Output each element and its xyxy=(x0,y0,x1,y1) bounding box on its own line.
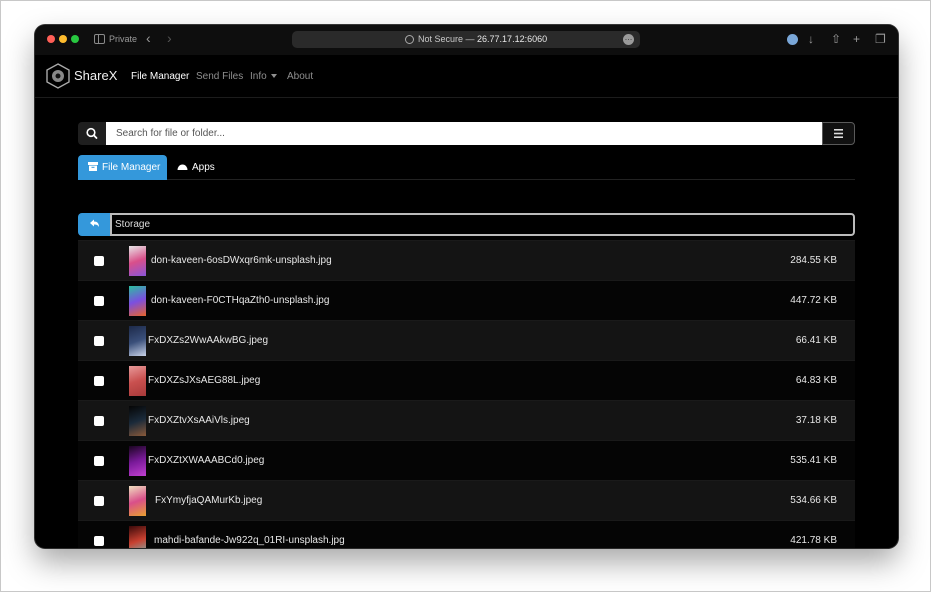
tab-bar: File Manager Apps xyxy=(78,155,855,180)
file-row[interactable]: FxDXZtXWAAABCd0.jpeg 535.41 KB xyxy=(78,440,855,480)
file-thumbnail[interactable] xyxy=(129,286,146,316)
nav-info[interactable]: Info xyxy=(250,71,277,82)
url-prefix: Not Secure — xyxy=(418,34,478,44)
private-label: Private xyxy=(109,34,138,44)
file-thumbnail[interactable] xyxy=(129,326,146,356)
file-select-checkbox[interactable] xyxy=(94,456,104,466)
tab-apps-label: Apps xyxy=(192,162,215,173)
android-icon xyxy=(177,164,188,170)
app-navbar: ShareX File Manager Send Files Info Abou… xyxy=(35,55,898,98)
file-name[interactable]: FxDXZtvXsAAiVls.jpeg xyxy=(148,415,250,426)
nav-about[interactable]: About xyxy=(287,71,313,82)
nav-file-manager[interactable]: File Manager xyxy=(131,71,189,82)
caret-down-icon xyxy=(270,74,277,79)
file-thumbnail[interactable] xyxy=(129,446,146,476)
tab-file-manager-label: File Manager xyxy=(102,162,161,173)
file-select-checkbox[interactable] xyxy=(94,496,104,506)
tab-overview-icon[interactable]: ❐ xyxy=(875,33,886,45)
file-name[interactable]: mahdi-bafande-Jw922q_01RI-unsplash.jpg xyxy=(154,535,345,546)
url-text: Not Secure — 26.77.17.12:6060 xyxy=(418,34,547,44)
file-select-checkbox[interactable] xyxy=(94,376,104,386)
nav-send-files[interactable]: Send Files xyxy=(196,71,243,82)
file-list: don-kaveen-6osDWxqr6mk-unsplash.jpg 284.5… xyxy=(78,240,855,548)
back-icon[interactable]: ‹ xyxy=(146,31,151,45)
nav-info-label: Info xyxy=(250,71,267,82)
url-host: 26.77.17.12:6060 xyxy=(477,34,548,44)
share-icon[interactable]: ⇧ xyxy=(831,33,841,45)
address-bar[interactable]: Not Secure — 26.77.17.12:6060 … xyxy=(292,31,640,48)
file-name[interactable]: don-kaveen-6osDWxqr6mk-unsplash.jpg xyxy=(151,255,332,266)
go-up-button[interactable] xyxy=(78,213,111,236)
file-row[interactable]: FxYmyfjaQAMurKb.jpeg 534.66 KB xyxy=(78,480,855,520)
file-row[interactable]: don-kaveen-F0CTHqaZth0-unsplash.jpg 447.7… xyxy=(78,280,855,320)
file-thumbnail[interactable] xyxy=(129,406,146,436)
not-secure-icon xyxy=(405,35,414,44)
file-name[interactable]: don-kaveen-F0CTHqaZth0-unsplash.jpg xyxy=(151,295,329,306)
screenshot-frame: Private ‹ › Not Secure — 26.77.17.12:606… xyxy=(0,0,931,592)
file-thumbnail[interactable] xyxy=(129,526,146,548)
path-group xyxy=(78,213,855,236)
file-row[interactable]: mahdi-bafande-Jw922q_01RI-unsplash.jpg 42… xyxy=(78,520,855,548)
file-select-checkbox[interactable] xyxy=(94,336,104,346)
view-menu-button[interactable] xyxy=(822,122,855,145)
close-window-button[interactable] xyxy=(47,35,55,43)
file-thumbnail[interactable] xyxy=(129,246,146,276)
more-icon[interactable]: … xyxy=(623,34,634,45)
search-button[interactable] xyxy=(78,122,106,145)
brand-name[interactable]: ShareX xyxy=(74,68,117,83)
file-row[interactable]: don-kaveen-6osDWxqr6mk-unsplash.jpg 284.5… xyxy=(78,240,855,280)
forward-icon[interactable]: › xyxy=(167,31,172,45)
search-icon xyxy=(86,127,98,139)
file-name[interactable]: FxYmyfjaQAMurKb.jpeg xyxy=(155,495,262,506)
file-select-checkbox[interactable] xyxy=(94,256,104,266)
file-size: 421.78 KB xyxy=(790,535,837,546)
minimize-window-button[interactable] xyxy=(59,35,67,43)
archive-icon xyxy=(88,162,98,171)
file-select-checkbox[interactable] xyxy=(94,416,104,426)
file-size: 66.41 KB xyxy=(795,335,837,346)
file-size: 284.55 KB xyxy=(790,255,837,266)
file-row[interactable]: FxDXZs2WwAAkwBG.jpeg 66.41 KB xyxy=(78,320,855,360)
sidebar-toggle-icon[interactable] xyxy=(94,34,105,44)
file-name[interactable]: FxDXZtXWAAABCd0.jpeg xyxy=(148,455,264,466)
file-name[interactable]: FxDXZs2WwAAkwBG.jpeg xyxy=(148,335,268,346)
file-select-checkbox[interactable] xyxy=(94,296,104,306)
search-input[interactable] xyxy=(106,122,822,145)
tab-apps[interactable]: Apps xyxy=(177,155,215,180)
tab-file-manager[interactable]: File Manager xyxy=(78,155,167,180)
download-icon[interactable]: ↓ xyxy=(808,33,814,45)
file-size: 535.41 KB xyxy=(790,455,837,466)
extension-icon[interactable] xyxy=(787,34,798,45)
maximize-window-button[interactable] xyxy=(71,35,79,43)
file-size: 534.66 KB xyxy=(790,495,837,506)
path-input[interactable] xyxy=(110,213,855,236)
file-name[interactable]: FxDXZsJXsAEG88L.jpeg xyxy=(148,375,260,386)
file-size: 64.83 KB xyxy=(795,375,837,386)
file-row[interactable]: FxDXZtvXsAAiVls.jpeg 37.18 KB xyxy=(78,400,855,440)
new-tab-icon[interactable]: + xyxy=(853,33,860,45)
file-row[interactable]: FxDXZsJXsAEG88L.jpeg 64.83 KB xyxy=(78,360,855,400)
browser-window: Private ‹ › Not Secure — 26.77.17.12:606… xyxy=(35,25,898,548)
file-thumbnail[interactable] xyxy=(129,486,146,516)
hamburger-icon xyxy=(834,129,843,138)
file-select-checkbox[interactable] xyxy=(94,536,104,546)
reply-arrow-icon xyxy=(90,219,99,227)
file-thumbnail[interactable] xyxy=(129,366,146,396)
browser-titlebar: Private ‹ › Not Secure — 26.77.17.12:606… xyxy=(35,25,898,55)
file-size: 447.72 KB xyxy=(790,295,837,306)
sharex-logo-icon[interactable] xyxy=(46,63,70,89)
file-size: 37.18 KB xyxy=(795,415,837,426)
search-group xyxy=(78,122,855,145)
